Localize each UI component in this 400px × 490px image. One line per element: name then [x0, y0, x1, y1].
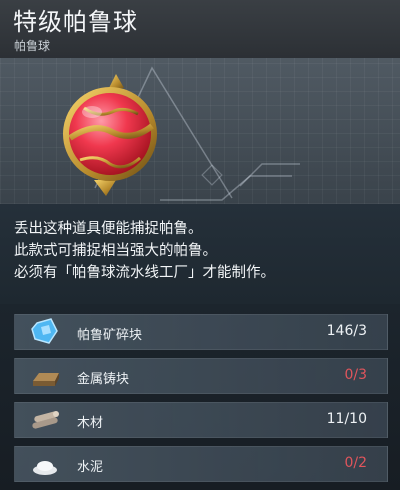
material-row: 木材 11/10 [14, 402, 388, 438]
mega-sphere-icon [63, 74, 157, 196]
item-description: 丢出这种道具便能捕捉帕鲁。 此款式可捕捉相当强大的帕鲁。 必须有「帕鲁球流水线工… [14, 218, 275, 284]
material-row: 帕鲁矿碎块 146/3 [14, 314, 388, 350]
materials-panel: 帕鲁矿碎块 146/3 金属铸块 0/3 木材 11/10 水泥 0/2 [0, 304, 400, 490]
material-count: 146/3 [326, 323, 367, 339]
cement-icon [33, 461, 57, 475]
wood-icon [32, 411, 59, 429]
material-count: 0/3 [344, 367, 367, 383]
material-count: 0/2 [344, 455, 367, 471]
description-line: 必须有「帕鲁球流水线工厂」才能制作。 [14, 265, 275, 281]
item-title: 特级帕鲁球 [13, 8, 138, 36]
material-name: 金属铸块 [77, 372, 130, 387]
material-name: 帕鲁矿碎块 [77, 328, 143, 343]
description-panel: 丢出这种道具便能捕捉帕鲁。 此款式可捕捉相当强大的帕鲁。 必须有「帕鲁球流水线工… [0, 204, 400, 304]
material-name: 木材 [77, 416, 104, 431]
item-preview [0, 58, 400, 204]
description-line: 此款式可捕捉相当强大的帕鲁。 [14, 243, 217, 259]
description-line: 丢出这种道具便能捕捉帕鲁。 [14, 221, 203, 237]
item-category: 帕鲁球 [14, 39, 51, 53]
ingot-icon [33, 373, 59, 386]
item-header: 特级帕鲁球 帕鲁球 [0, 0, 400, 58]
ore-shard-icon [31, 318, 58, 344]
material-row: 水泥 0/2 [14, 446, 388, 482]
material-name: 水泥 [77, 460, 104, 475]
material-row: 金属铸块 0/3 [14, 358, 388, 394]
material-count: 11/10 [326, 411, 367, 427]
